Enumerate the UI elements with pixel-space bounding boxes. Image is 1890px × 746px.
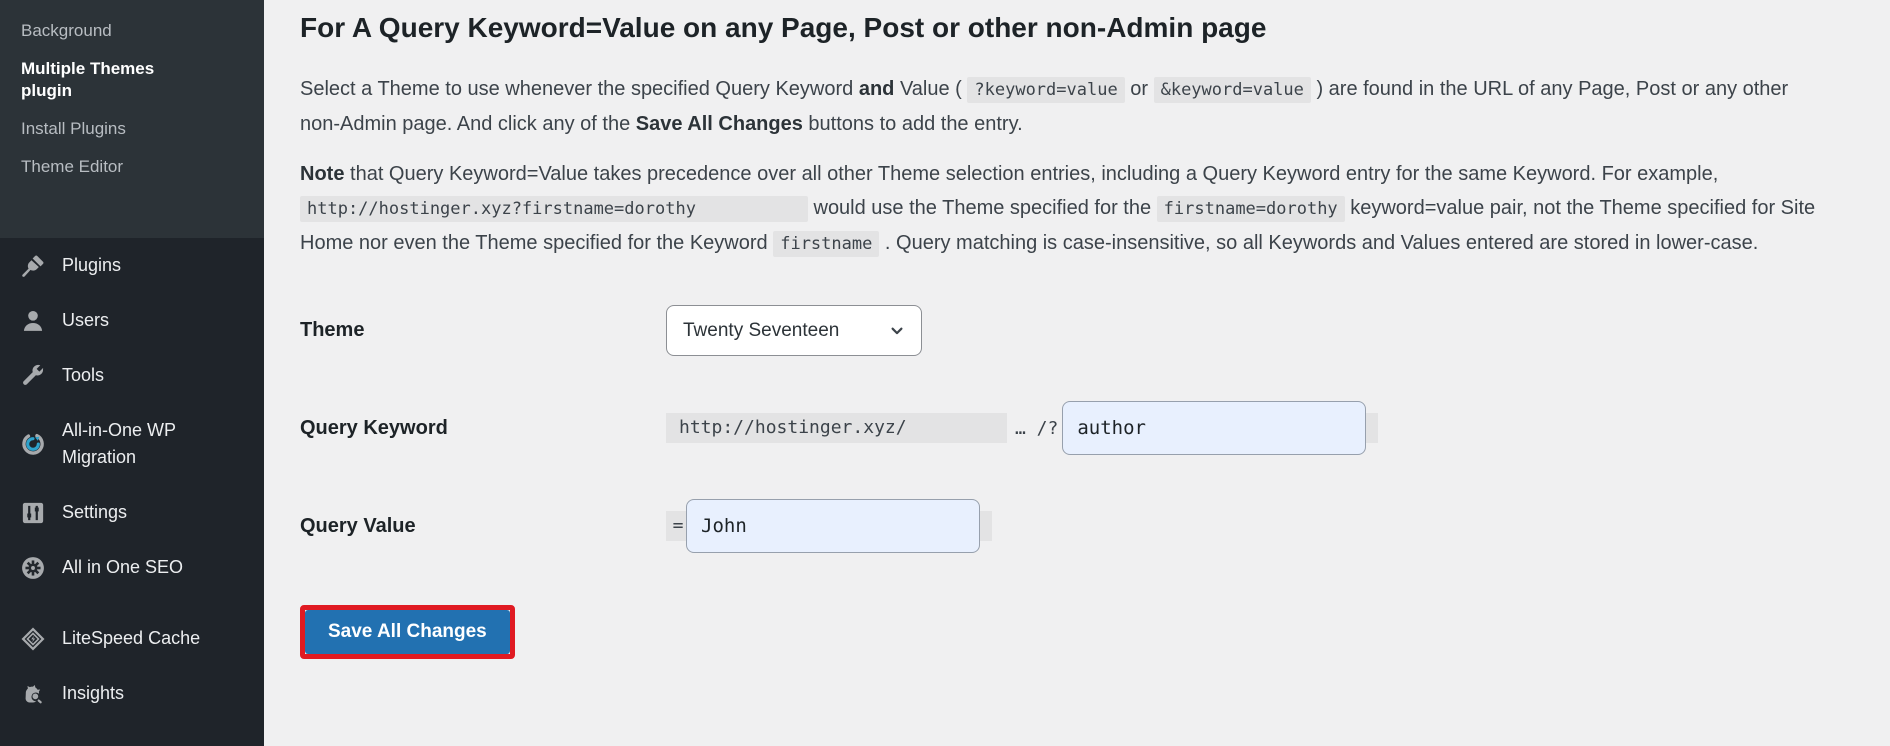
theme-select[interactable]: Twenty Seventeen	[666, 305, 922, 356]
sidebar-item-all-in-one-wp-migration[interactable]: All-in-One WP Migration	[0, 403, 264, 485]
wrench-icon	[20, 363, 46, 389]
query-keyword-input[interactable]	[1062, 401, 1366, 455]
sidebar-item-label: Users	[62, 307, 234, 334]
sidebar-item-label: LiteSpeed Cache	[62, 625, 234, 652]
query-value-input[interactable]	[686, 499, 980, 553]
sidebar-item-label: Multiple Themes plugin	[21, 59, 154, 100]
code-chip-firstname: firstname	[773, 231, 879, 257]
gear-circle-icon	[20, 555, 46, 581]
code-chip-amp-keyword: &keyword=value	[1154, 77, 1311, 103]
intro-text: Select a Theme to use whenever the speci…	[300, 78, 859, 100]
red-highlight-box: Save All Changes	[300, 605, 515, 659]
sidebar-item-label: Tools	[62, 362, 234, 389]
diamond-icon	[20, 626, 46, 652]
sidebar-item-all-in-one-seo[interactable]: All in One SEO	[0, 540, 264, 595]
note-paragraph: Note that Query Keyword=Value takes prec…	[300, 157, 1830, 261]
sidebar-item-label: Background	[21, 21, 112, 40]
insights-mascot-icon	[20, 681, 46, 707]
sidebar-item-plugins[interactable]: Plugins	[0, 238, 264, 293]
migration-arrows-icon	[20, 431, 46, 457]
page-title: For A Query Keyword=Value on any Page, P…	[300, 10, 1830, 46]
user-icon	[20, 308, 46, 334]
sidebar-item-label: Settings	[62, 499, 234, 526]
query-value-label: Query Value	[300, 515, 666, 538]
sliders-icon	[20, 500, 46, 526]
theme-label: Theme	[300, 319, 666, 342]
settings-page-content: For A Query Keyword=Value on any Page, P…	[264, 0, 1890, 746]
sidebar-item-background[interactable]: Background	[0, 12, 264, 50]
save-all-changes-button[interactable]: Save All Changes	[305, 610, 510, 654]
sidebar-item-theme-editor[interactable]: Theme Editor	[0, 148, 264, 186]
note-bold: Note	[300, 163, 344, 185]
sidebar-item-label: Insights	[62, 680, 234, 707]
sidebar-item-label: All in One SEO	[62, 554, 234, 581]
chevron-down-icon	[887, 321, 907, 341]
sidebar-item-litespeed-cache[interactable]: LiteSpeed Cache	[0, 611, 264, 666]
code-chip-example-url: http://hostinger.xyz?firstname=dorothy	[300, 196, 808, 222]
sidebar-item-label: All-in-One WP Migration	[62, 417, 234, 471]
theme-row: Theme Twenty Seventeen	[300, 305, 1830, 356]
sidebar-item-insights[interactable]: Insights	[0, 666, 264, 721]
sidebar-item-tools[interactable]: Tools	[0, 348, 264, 403]
intro-text: buttons to add the entry.	[803, 113, 1023, 135]
query-value-row: Query Value =	[300, 499, 1830, 553]
intro-bold-and: and	[859, 78, 895, 100]
intro-text: or	[1125, 78, 1154, 100]
appearance-submenu: Background Multiple Themes plugin Instal…	[0, 0, 264, 238]
admin-sidebar: Background Multiple Themes plugin Instal…	[0, 0, 264, 746]
intro-text: Value (	[894, 78, 967, 100]
sidebar-item-install-plugins[interactable]: Install Plugins	[0, 110, 264, 148]
sidebar-item-multiple-themes-plugin[interactable]: Multiple Themes plugin	[0, 50, 264, 110]
sidebar-item-label: Install Plugins	[21, 119, 126, 138]
query-keyword-label: Query Keyword	[300, 417, 666, 440]
plug-icon	[20, 253, 46, 279]
url-separator: … /?	[1015, 418, 1058, 439]
query-keyword-row: Query Keyword http://hostinger.xyz/ … /?	[300, 401, 1830, 455]
code-chip-question-keyword: ?keyword=value	[967, 77, 1124, 103]
save-row: Save All Changes	[300, 605, 1830, 659]
sidebar-item-label: Plugins	[62, 252, 234, 279]
code-chip-firstname-dorothy: firstname=dorothy	[1157, 196, 1345, 222]
sidebar-item-users[interactable]: Users	[0, 293, 264, 348]
theme-select-value: Twenty Seventeen	[683, 320, 839, 342]
sidebar-item-label: Theme Editor	[21, 157, 123, 176]
note-text: would use the Theme specified for the	[808, 197, 1157, 219]
note-text: . Query matching is case-insensitive, so…	[879, 232, 1758, 254]
intro-paragraph: Select a Theme to use whenever the speci…	[300, 72, 1830, 141]
intro-bold-save: Save All Changes	[636, 113, 803, 135]
sidebar-item-settings[interactable]: Settings	[0, 485, 264, 540]
note-text: that Query Keyword=Value takes precedenc…	[344, 163, 1718, 185]
url-prefix-code: http://hostinger.xyz/	[666, 413, 1007, 443]
